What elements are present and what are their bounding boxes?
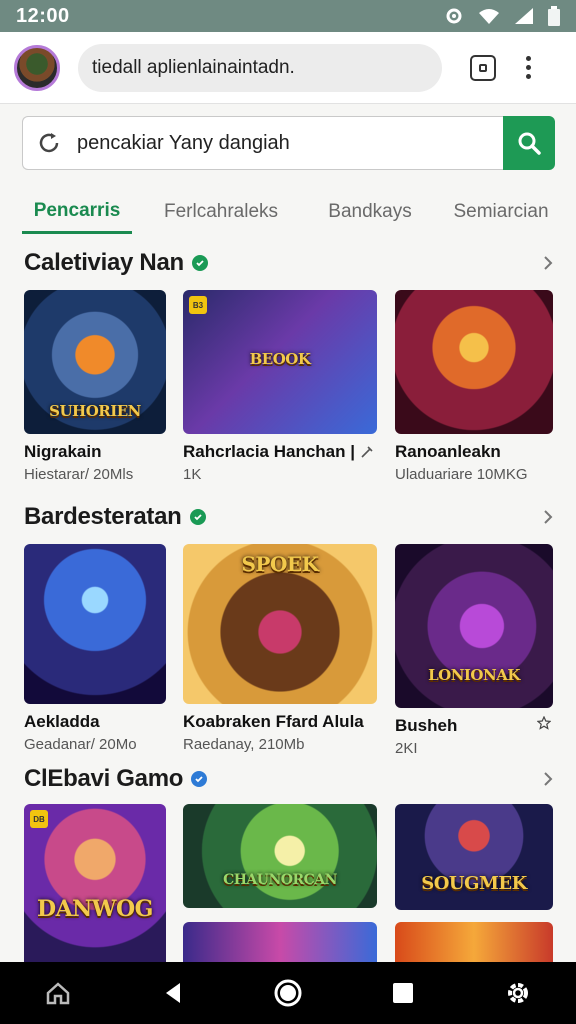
refresh-icon [39, 133, 59, 153]
game-thumbnail [395, 922, 553, 962]
settings-gear-icon [446, 8, 462, 24]
game-meta: 1K [183, 466, 202, 483]
game-meta: Raedanay, 210Mb [183, 736, 305, 753]
thumbnail-title: BEOOK [249, 350, 311, 368]
thumbnail-title: SOUGMEK [421, 873, 527, 894]
search-icon [518, 132, 541, 155]
thumbnail-title: CHAUNORCAN [223, 872, 337, 888]
tab-pencarris[interactable]: Pencarris [22, 190, 132, 234]
game-name: Rahcrlacia Hanchan | [183, 442, 355, 461]
thumbnail-title: DANWOG [37, 896, 153, 922]
game-card[interactable]: DB DANWOG [24, 804, 166, 962]
game-name: Nigrakain [24, 442, 102, 461]
game-thumbnail: DB DANWOG [24, 804, 166, 962]
recents-icon[interactable] [383, 973, 423, 1013]
game-card[interactable]: LONIONAK Busheh 2KI [395, 544, 553, 757]
game-name: Koabraken Ffard Alula [183, 712, 364, 731]
system-nav-bar [0, 962, 576, 1024]
game-card[interactable]: CHAUNORCAN [183, 804, 377, 908]
game-name: Aekladda [24, 712, 100, 731]
tab-semiarcian[interactable]: Semiarcian [446, 190, 556, 234]
search-button[interactable] [503, 116, 555, 170]
game-thumbnail: B3 BEOOK [183, 290, 377, 434]
chevron-right-icon[interactable] [542, 770, 554, 788]
search-field[interactable] [22, 116, 503, 170]
game-thumbnail: SPOEK [183, 544, 377, 704]
game-thumbnail [183, 922, 377, 962]
home-circle-icon[interactable] [268, 973, 308, 1013]
section-title: ClEbavi Gamo [24, 765, 184, 792]
section-header[interactable]: Bardesteratan [24, 500, 554, 534]
status-icons [444, 6, 560, 26]
game-name: Ranoanleakn [395, 442, 501, 461]
tab-ferlcahraleks[interactable]: Ferlcahraleks [146, 190, 296, 234]
game-card[interactable]: Aekladda Geadanar/ 20Mo [24, 544, 166, 753]
thumbnail-title: SUHORIEN [49, 402, 141, 420]
status-time: 12:00 [16, 4, 70, 27]
section-header[interactable]: ClEbavi Gamo [24, 762, 554, 796]
game-card[interactable]: Ranoanleakn Uladuariare 10MKG [395, 290, 553, 483]
browser-toolbar: tiedall aplienlainaintadn. [0, 32, 576, 104]
chevron-right-icon[interactable] [542, 254, 554, 272]
game-thumbnail [395, 290, 553, 434]
home-icon[interactable] [38, 973, 78, 1013]
game-card[interactable]: SOUGMEK [395, 804, 553, 910]
status-bar: 12:00 [0, 0, 576, 32]
game-card[interactable]: B3 BEOOK Rahcrlacia Hanchan | 1K [183, 290, 377, 483]
game-meta: 2KI [395, 740, 418, 757]
game-thumbnail: CHAUNORCAN [183, 804, 377, 908]
more-vert-icon[interactable] [526, 56, 531, 79]
thumbnail-title: LONIONAK [428, 666, 520, 684]
game-meta: Geadanar/ 20Mo [24, 736, 137, 753]
game-thumbnail: SUHORIEN [24, 290, 166, 434]
thumbnail-title: SPOEK [241, 552, 319, 576]
game-name: Busheh [395, 716, 458, 735]
age-badge: B3 [189, 296, 207, 314]
battery-icon [548, 6, 560, 26]
back-icon[interactable] [153, 973, 193, 1013]
star-icon[interactable] [537, 716, 551, 730]
url-bar[interactable]: tiedall aplienlainaintadn. [78, 43, 442, 92]
section-title: Bardesteratan [24, 503, 182, 530]
pin-icon[interactable] [359, 446, 373, 460]
game-thumbnail: SOUGMEK [395, 804, 553, 910]
category-tabs: Pencarris Ferlcahraleks Bandkays Semiarc… [22, 190, 556, 236]
section-header[interactable]: Caletiviay Nan [24, 246, 554, 280]
tabs-icon[interactable] [470, 54, 496, 81]
game-thumbnail [24, 544, 166, 704]
verified-icon [191, 255, 208, 271]
age-badge: DB [30, 810, 48, 828]
settings-icon[interactable] [498, 973, 538, 1013]
avatar[interactable] [14, 44, 60, 91]
verified-icon [191, 771, 208, 787]
verified-icon [189, 509, 206, 525]
tab-bandkays[interactable]: Bandkays [310, 190, 430, 234]
game-card[interactable]: SUHORIEN Nigrakain Hiestarar/ 20Mls [24, 290, 166, 483]
search-bar [22, 116, 555, 170]
game-meta: Uladuariare 10MKG [395, 466, 528, 483]
section-title: Caletiviay Nan [24, 249, 184, 276]
search-input[interactable] [77, 131, 477, 155]
game-card[interactable] [183, 922, 377, 962]
url-text: tiedall aplienlainaintadn. [92, 56, 295, 78]
game-meta: Hiestarar/ 20Mls [24, 466, 134, 483]
wifi-icon [479, 9, 499, 24]
game-card[interactable] [395, 922, 553, 962]
chevron-right-icon[interactable] [542, 508, 554, 526]
signal-icon [515, 8, 533, 24]
game-card[interactable]: SPOEK Koabraken Ffard Alula Raedanay, 21… [183, 544, 377, 753]
game-thumbnail: LONIONAK [395, 544, 553, 708]
